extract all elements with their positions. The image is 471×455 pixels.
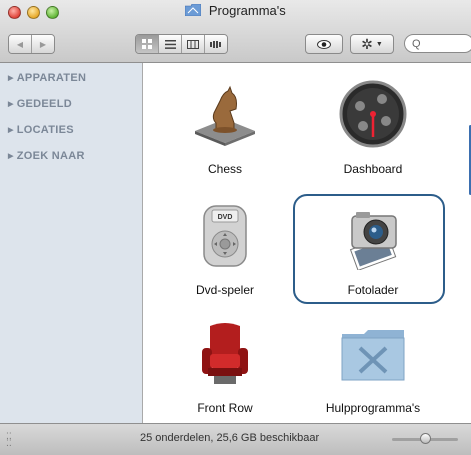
applications-folder-icon xyxy=(185,4,202,16)
coverflow-view-button[interactable] xyxy=(205,35,227,53)
chevron-down-icon: ▼ xyxy=(375,40,383,48)
disclosure-triangle-icon: ▶ xyxy=(8,75,14,82)
gear-icon: ✲ xyxy=(361,35,373,52)
window-title: Programma's xyxy=(208,3,286,18)
resize-grip-icon[interactable]: ⁚⁚ ⁚⁚ xyxy=(6,432,12,448)
app-item-dvd-speler[interactable]: DVD Dvd-speler xyxy=(160,200,290,297)
app-item-front-row[interactable]: Front Row xyxy=(160,318,290,415)
window-title-area: Programma's xyxy=(0,3,471,18)
list-view-button[interactable] xyxy=(159,35,182,53)
utilities-folder-icon xyxy=(341,330,405,381)
disclosure-triangle-icon: ▶ xyxy=(8,127,14,134)
status-bar: ⁚⁚ ⁚⁚ 25 onderdelen, 25,6 GB beschikbaar xyxy=(0,423,471,455)
dvd-remote-icon: DVD xyxy=(203,205,247,267)
icon-view-button[interactable] xyxy=(136,35,159,53)
view-mode-control xyxy=(135,34,228,54)
search-field[interactable]: Q xyxy=(404,34,471,53)
app-label: Hulpprogramma's xyxy=(325,401,421,415)
back-forward-control: ◀ ▶ xyxy=(8,34,55,54)
list-view-icon xyxy=(164,39,176,49)
quicklook-button[interactable] xyxy=(305,34,343,54)
search-icon: Q xyxy=(412,38,421,50)
back-button[interactable]: ◀ xyxy=(9,35,32,53)
column-view-icon xyxy=(187,39,199,49)
action-menu-button[interactable]: ✲ ▼ xyxy=(350,34,394,54)
column-view-button[interactable] xyxy=(182,35,205,53)
sidebar-section-apparaten[interactable]: ▶ APPARATEN xyxy=(8,72,86,84)
sidebar-section-locaties[interactable]: ▶ LOCATIES xyxy=(8,124,74,136)
icon-view-icon xyxy=(142,39,152,49)
app-item-hulpprogrammas[interactable]: Hulpprogramma's xyxy=(308,318,438,415)
sidebar-section-zoek-naar[interactable]: ▶ ZOEK NAAR xyxy=(8,150,85,162)
coverflow-view-icon xyxy=(210,40,221,48)
app-label: Fotolader xyxy=(347,283,399,297)
app-item-dashboard[interactable]: Dashboard xyxy=(308,79,438,176)
forward-button[interactable]: ▶ xyxy=(32,35,54,53)
sidebar-section-gedeeld[interactable]: ▶ GEDEELD xyxy=(8,98,72,110)
app-label: Dashboard xyxy=(343,162,403,176)
sidebar: ▶ APPARATEN ▶ GEDEELD ▶ LOCATIES ▶ ZOEK NAAR xyxy=(0,63,143,423)
finder-window: Programma's ◀ ▶ ✲ ▼ Q ▶ APPARATEN ▶ GEDE… xyxy=(0,0,471,455)
red-armchair-icon xyxy=(202,323,248,384)
status-text: 25 onderdelen, 25,6 GB beschikbaar xyxy=(140,432,320,444)
app-item-chess[interactable]: Chess xyxy=(160,79,290,176)
disclosure-triangle-icon: ▶ xyxy=(8,153,14,160)
chess-knight-icon xyxy=(195,85,255,146)
file-browser: Chess Dashboard DVD Dvd-speler Fotolader… xyxy=(143,63,471,423)
dashboard-gauge-icon xyxy=(339,80,407,148)
icon-size-slider-knob[interactable] xyxy=(420,433,431,444)
app-label: Front Row xyxy=(197,401,253,415)
disclosure-triangle-icon: ▶ xyxy=(8,101,14,108)
app-item-fotolader[interactable]: Fotolader xyxy=(308,200,438,297)
eye-icon xyxy=(317,39,331,49)
app-label: Dvd-speler xyxy=(195,283,255,297)
camera-icon xyxy=(349,212,397,271)
app-label: Chess xyxy=(207,162,242,176)
svg-text:DVD: DVD xyxy=(218,214,233,221)
title-bar: Programma's ◀ ▶ ✲ ▼ Q xyxy=(0,0,471,63)
